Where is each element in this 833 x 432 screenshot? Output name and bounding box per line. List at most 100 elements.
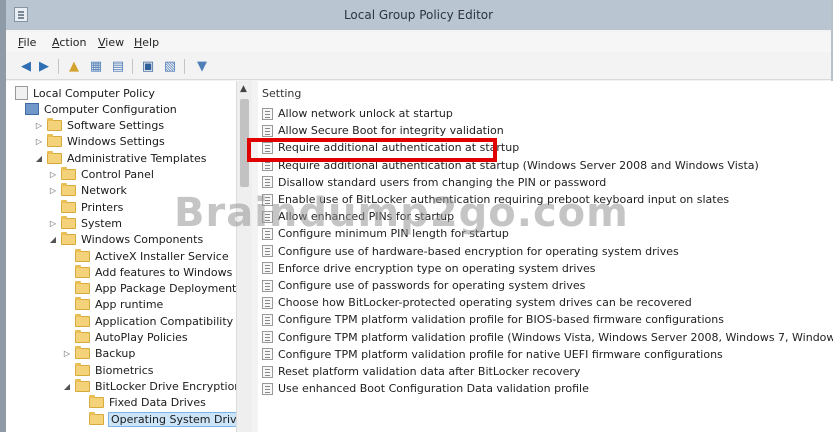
tree-item[interactable]: ◢ Administrative Templates <box>34 150 207 166</box>
setting-label: Enforce drive encryption type on operati… <box>278 261 596 275</box>
show-hide-tree-icon[interactable]: ▦ <box>86 57 106 75</box>
tree-item[interactable]: Computer Configuration <box>22 101 177 117</box>
forward-arrow-icon[interactable]: ▶ <box>34 57 54 75</box>
expand-icon[interactable]: ▷ <box>62 349 72 358</box>
filter-icon[interactable]: ▼ <box>192 57 212 75</box>
setting-row[interactable]: Use enhanced Boot Configuration Data val… <box>262 380 589 397</box>
folder-icon <box>47 150 62 164</box>
expand-icon[interactable]: ▷ <box>34 121 44 130</box>
setting-row[interactable]: Configure TPM platform validation profil… <box>262 311 724 328</box>
menu-bar: File Action View Help <box>6 32 831 52</box>
folder-icon <box>75 297 90 311</box>
setting-label: Disallow standard users from changing th… <box>278 175 607 189</box>
tree-item[interactable]: App Package Deployment <box>62 281 236 297</box>
tree-item-label: Software Settings <box>67 119 165 133</box>
tree-item[interactable]: Add features to Windows 8 <box>62 264 243 280</box>
folder-icon <box>75 346 90 360</box>
tree-item-label: App runtime <box>95 298 164 312</box>
tree-item[interactable]: Biometrics <box>62 362 154 378</box>
expand-icon[interactable]: ▷ <box>48 219 58 228</box>
setting-label: Configure use of hardware-based encrypti… <box>278 244 679 258</box>
collapse-icon[interactable]: ◢ <box>62 382 72 391</box>
expand-icon[interactable]: ▷ <box>34 137 44 146</box>
policy-setting-icon <box>262 245 273 258</box>
menu-label: iew <box>105 36 125 49</box>
tree-item[interactable]: ▷ Backup <box>62 346 135 362</box>
window-title: Local Group Policy Editor <box>343 8 494 22</box>
tree-item[interactable]: ActiveX Installer Service <box>62 248 229 264</box>
tree-item[interactable]: Printers <box>48 199 123 215</box>
setting-column-header[interactable]: Setting <box>262 87 301 100</box>
help-icon[interactable]: ▣ <box>138 57 158 75</box>
menu-file[interactable]: File <box>18 36 36 49</box>
tree-item-label: Network <box>81 184 127 198</box>
menu-help[interactable]: Help <box>134 36 159 49</box>
setting-row[interactable]: Enforce drive encryption type on operati… <box>262 260 596 277</box>
tree-item[interactable]: ▷ Network <box>48 183 127 199</box>
toolbar-separator <box>132 59 133 74</box>
setting-label: Configure TPM platform validation profil… <box>278 330 833 344</box>
setting-row[interactable]: Reset platform validation data after Bit… <box>262 363 580 380</box>
toolbar-separator <box>58 59 59 74</box>
setting-row[interactable]: Configure use of passwords for operating… <box>262 277 585 294</box>
export-list-icon[interactable]: ▤ <box>108 57 128 75</box>
policy-icon <box>15 86 28 100</box>
policy-setting-icon <box>262 124 273 137</box>
tree-item-label: BitLocker Drive Encryption <box>95 379 242 393</box>
tree-item[interactable]: App runtime <box>62 297 163 313</box>
tree-item-label: Add features to Windows 8 <box>95 265 243 279</box>
setting-row[interactable]: Configure use of hardware-based encrypti… <box>262 243 679 260</box>
toolbar-separator <box>184 59 185 74</box>
setting-label: Allow Secure Boot for integrity validati… <box>278 124 504 138</box>
setting-row[interactable]: Configure TPM platform validation profil… <box>262 329 833 346</box>
highlight-annotation <box>247 138 497 162</box>
setting-label: Allow network unlock at startup <box>278 107 453 120</box>
tree-item[interactable]: Local Computer Policy <box>12 85 155 101</box>
folder-icon <box>75 281 90 295</box>
tree-item[interactable]: Application Compatibility <box>62 313 233 329</box>
back-arrow-icon[interactable]: ◀ <box>16 57 36 75</box>
menu-view[interactable]: View <box>98 36 124 49</box>
tree-item[interactable]: ◢ BitLocker Drive Encryption <box>62 378 241 394</box>
tree-item[interactable]: ▷ Windows Settings <box>34 134 165 150</box>
setting-row[interactable]: Configure TPM platform validation profil… <box>262 346 723 363</box>
policy-setting-icon <box>262 313 273 326</box>
menu-label: elp <box>142 36 160 49</box>
app-window: Local Group Policy Editor File Action View… <box>0 0 833 432</box>
expand-icon[interactable]: ▷ <box>48 170 58 179</box>
up-folder-icon[interactable]: ▲ <box>64 57 84 75</box>
setting-label: Reset platform validation data after Bit… <box>278 365 581 378</box>
setting-row[interactable]: Disallow standard users from changing th… <box>262 174 606 191</box>
tree-scrollbar[interactable]: ▲ <box>236 81 252 432</box>
computer-icon <box>25 103 39 116</box>
scroll-up-icon[interactable]: ▲ <box>240 84 247 94</box>
folder-icon <box>75 248 90 262</box>
collapse-icon[interactable]: ◢ <box>34 154 44 163</box>
policy-setting-icon <box>262 296 273 309</box>
policy-setting-icon <box>262 331 273 344</box>
properties-icon[interactable]: ▧ <box>160 57 180 75</box>
tree-item-label: Biometrics <box>95 363 154 377</box>
tree-item[interactable]: AutoPlay Policies <box>62 330 188 346</box>
collapse-icon[interactable]: ◢ <box>48 235 58 244</box>
tree-item-label: Local Computer Policy <box>33 86 155 100</box>
tree-item-label: ActiveX Installer Service <box>95 249 229 263</box>
tree-item[interactable]: ▷ Software Settings <box>34 118 164 134</box>
menu-action[interactable]: Action <box>52 36 86 49</box>
toolbar: ◀ ▶ ▲ ▦ ▤ ▣ ▧ ▼ <box>6 54 831 80</box>
folder-icon <box>89 395 104 409</box>
tree-item-label: Control Panel <box>81 168 154 181</box>
setting-row[interactable]: Allow Secure Boot for integrity validati… <box>262 122 504 139</box>
tree-item[interactable]: Operating System Drives <box>76 411 251 427</box>
policy-setting-icon <box>262 107 273 120</box>
expand-icon[interactable]: ▷ <box>48 186 58 195</box>
setting-row[interactable]: Choose how BitLocker-protected operating… <box>262 294 692 311</box>
tree-pane[interactable]: Local Computer Policy Computer Configurat… <box>6 81 252 432</box>
tree-item-label: Backup <box>95 347 136 361</box>
tree-item[interactable]: Fixed Data Drives <box>76 395 206 411</box>
setting-row[interactable]: Allow network unlock at startup <box>262 105 453 122</box>
tree-item[interactable]: ▷ Control Panel <box>48 167 154 183</box>
tree-item[interactable]: ▷ System <box>48 215 122 231</box>
title-bar[interactable]: Local Group Policy Editor <box>6 0 831 30</box>
folder-icon <box>75 330 90 343</box>
